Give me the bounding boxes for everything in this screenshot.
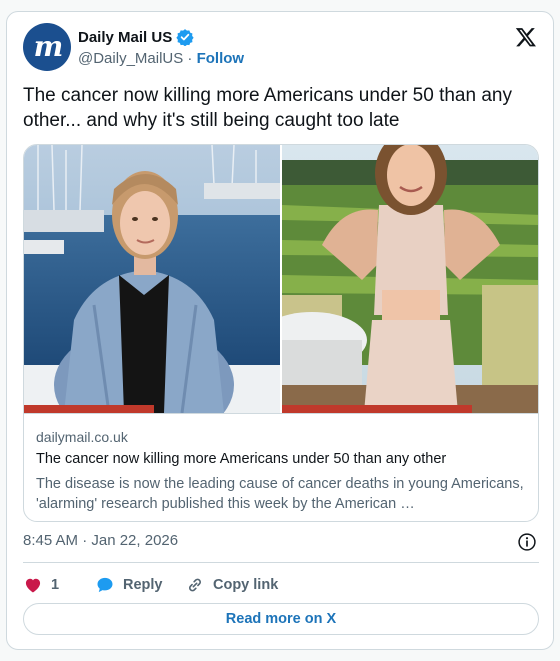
link-domain: dailymail.co.uk xyxy=(36,429,128,445)
avatar-monogram: m xyxy=(33,30,64,63)
handle-separator: · xyxy=(187,50,193,67)
post-timestamp[interactable]: 8:45 AM · Jan 22, 2026 xyxy=(23,532,178,549)
woman-vineyard-image xyxy=(282,145,538,413)
follow-button[interactable]: Follow xyxy=(197,50,245,67)
link-icon xyxy=(189,578,201,592)
link-preview-images xyxy=(24,145,538,413)
link-description: The disease is now the leading cause of … xyxy=(36,476,524,512)
verified-badge-icon xyxy=(176,29,194,46)
heart-icon xyxy=(25,578,41,593)
x-logo-icon[interactable] xyxy=(515,26,537,48)
actions-divider xyxy=(23,562,539,563)
info-icon[interactable] xyxy=(517,532,537,552)
like-button[interactable]: 1 xyxy=(23,572,59,598)
author-avatar[interactable]: m xyxy=(23,23,71,71)
read-more-button[interactable]: Read more on X xyxy=(23,603,539,635)
embedded-post-card: m Daily Mail US @Daily_MailUS · Follow T… xyxy=(6,11,554,650)
reply-button[interactable]: Reply xyxy=(95,572,163,598)
copy-link-label: Copy link xyxy=(213,577,279,593)
reply-label: Reply xyxy=(123,577,163,593)
author-name[interactable]: Daily Mail US xyxy=(78,29,172,46)
link-preview-info: dailymail.co.uk The cancer now killing m… xyxy=(24,413,538,521)
post-actions: 1 Reply Copy link xyxy=(23,572,539,598)
like-count: 1 xyxy=(51,577,60,593)
link-title[interactable]: The cancer now killing more Americans un… xyxy=(36,451,446,467)
author-handle[interactable]: @Daily_MailUS xyxy=(78,50,183,67)
link-preview-card[interactable]: dailymail.co.uk The cancer now killing m… xyxy=(23,144,539,522)
woman-denim-jacket-marina-image xyxy=(24,145,280,413)
author-handle-row: @Daily_MailUS · Follow xyxy=(78,50,244,67)
post-text: The cancer now killing more Americans un… xyxy=(23,85,512,131)
copy-link-button[interactable]: Copy link xyxy=(185,572,278,598)
reply-bubble-icon xyxy=(97,577,113,593)
author-name-row: Daily Mail US xyxy=(78,28,194,46)
